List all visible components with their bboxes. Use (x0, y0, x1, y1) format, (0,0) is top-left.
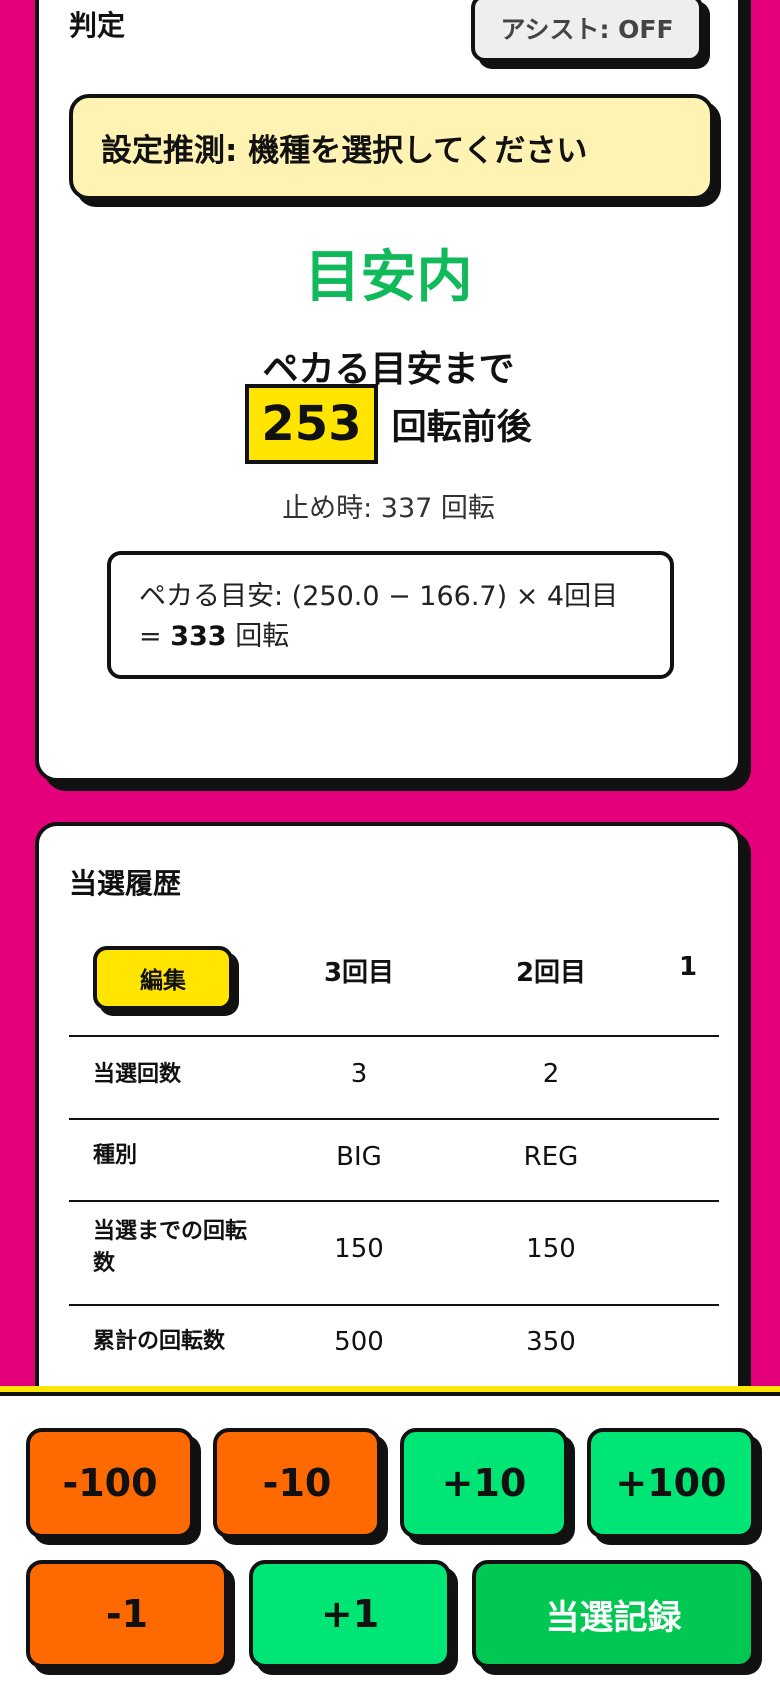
judgement-card: 判定 アシスト: OFF 設定推測: 機種を選択してください 目安内 ペカる目安… (35, 0, 742, 782)
formula-unit: 回転 (235, 621, 290, 652)
history-card: 当選履歴 編集 3回目 2回目 1 当選回数 3 2 種別 BIG REG 当選… (35, 822, 742, 1422)
judgement-label: 判定 (69, 9, 126, 42)
table-cell: 350 (526, 1327, 576, 1357)
plus-1-button[interactable]: +1 (249, 1560, 451, 1668)
table-cell: REG (523, 1142, 579, 1172)
formula-equals: = (139, 621, 162, 652)
table-cell: 500 (334, 1327, 384, 1357)
row-label: 当選までの回転数 (93, 1219, 248, 1276)
plus-10-button[interactable]: +10 (400, 1428, 568, 1538)
formula-result: = 333 回転 (139, 617, 642, 657)
history-title: 当選履歴 (69, 867, 182, 900)
minus-1-button[interactable]: -1 (26, 1560, 228, 1668)
row-divider (69, 1200, 719, 1202)
counter-controls: -100 -10 +10 +100 -1 +1 当選記録 (0, 1386, 780, 1688)
record-win-button[interactable]: 当選記録 (472, 1560, 755, 1668)
plus-100-button[interactable]: +100 (587, 1428, 755, 1538)
status-text: 目安内 (304, 245, 473, 310)
minus-10-button[interactable]: -10 (213, 1428, 381, 1538)
assist-toggle-button[interactable]: アシスト: OFF (471, 0, 703, 62)
row-label: 当選回数 (93, 1062, 182, 1087)
row-divider (69, 1035, 719, 1037)
row-divider (69, 1118, 719, 1120)
column-header: 1 (679, 952, 698, 982)
row-label: 種別 (93, 1143, 138, 1168)
formula-line: ペカる目安: (250.0 − 166.7) × 4回目 (139, 581, 619, 612)
row-label: 累計の回転数 (93, 1329, 226, 1354)
formula-box: ペカる目安: (250.0 − 166.7) × 4回目 = 333 回転 (107, 551, 674, 679)
remaining-spins-value: 253 (245, 384, 378, 464)
stop-time-text: 止め時: 337 回転 (282, 493, 495, 524)
table-cell: 3 (350, 1059, 368, 1089)
table-cell: 2 (542, 1059, 560, 1089)
column-header: 3回目 (323, 958, 395, 988)
setting-estimate-box: 設定推測: 機種を選択してください (69, 94, 714, 200)
table-cell: BIG (336, 1142, 382, 1172)
table-cell: 150 (526, 1234, 576, 1264)
column-header: 2回目 (515, 958, 587, 988)
spins-around-label: 回転前後 (391, 407, 532, 448)
row-divider (69, 1304, 719, 1306)
minus-100-button[interactable]: -100 (26, 1428, 194, 1538)
formula-value: 333 (170, 621, 227, 652)
edit-button[interactable]: 編集 (93, 946, 233, 1010)
remaining-spins-row: 253 回転前後 (39, 384, 738, 464)
table-cell: 150 (334, 1234, 384, 1264)
